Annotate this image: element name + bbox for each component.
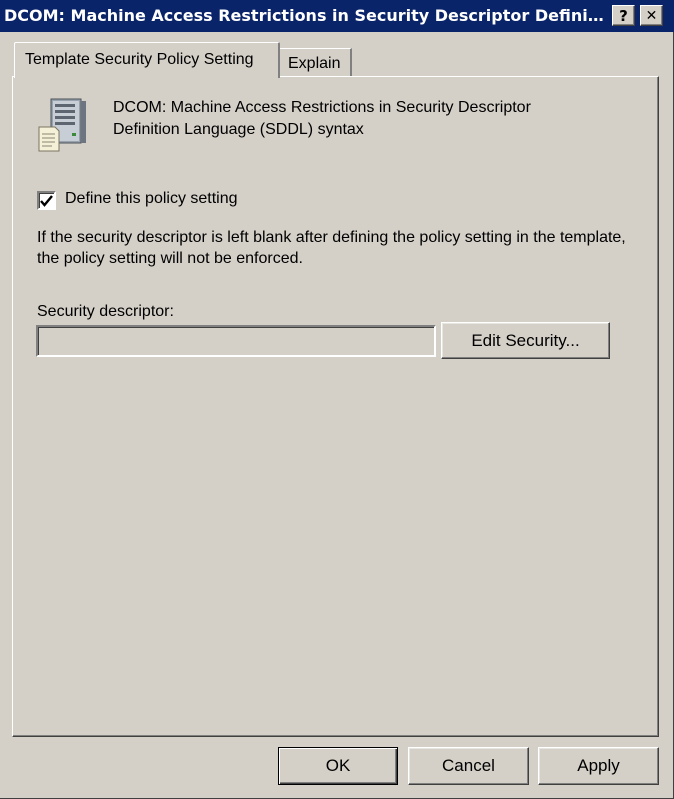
close-button[interactable]: ✕	[640, 5, 663, 26]
window-title: DCOM: Machine Access Restrictions in Sec…	[4, 6, 610, 25]
apply-button[interactable]: Apply	[538, 747, 659, 785]
help-icon: ?	[619, 6, 628, 25]
edit-security-button[interactable]: Edit Security...	[441, 322, 610, 359]
info-text: If the security descriptor is left blank…	[37, 229, 626, 267]
title-bar[interactable]: DCOM: Machine Access Restrictions in Sec…	[0, 0, 674, 32]
server-with-document-icon	[38, 98, 86, 152]
tab-label: Template Security Policy Setting	[25, 50, 254, 68]
checkmark-icon	[40, 194, 53, 207]
help-button[interactable]: ?	[612, 5, 635, 26]
tab-label: Explain	[288, 54, 341, 72]
security-descriptor-field[interactable]	[36, 325, 436, 357]
security-descriptor-label: Security descriptor:	[37, 303, 174, 320]
tab-template-security-policy-setting[interactable]: Template Security Policy Setting	[14, 42, 280, 78]
ok-button[interactable]: OK	[278, 747, 398, 785]
close-icon: ✕	[645, 7, 658, 24]
define-policy-label[interactable]: Define this policy setting	[65, 190, 238, 208]
policy-properties-dialog: DCOM: Machine Access Restrictions in Sec…	[0, 0, 674, 799]
tab-explain[interactable]: Explain	[280, 48, 352, 76]
define-policy-checkbox[interactable]	[37, 191, 56, 210]
cancel-button[interactable]: Cancel	[408, 747, 529, 785]
tab-panel: DCOM: Machine Access Restrictions in Sec…	[12, 76, 659, 737]
policy-title: DCOM: Machine Access Restrictions in Sec…	[113, 99, 531, 138]
ok-button-label: OK	[325, 756, 351, 775]
